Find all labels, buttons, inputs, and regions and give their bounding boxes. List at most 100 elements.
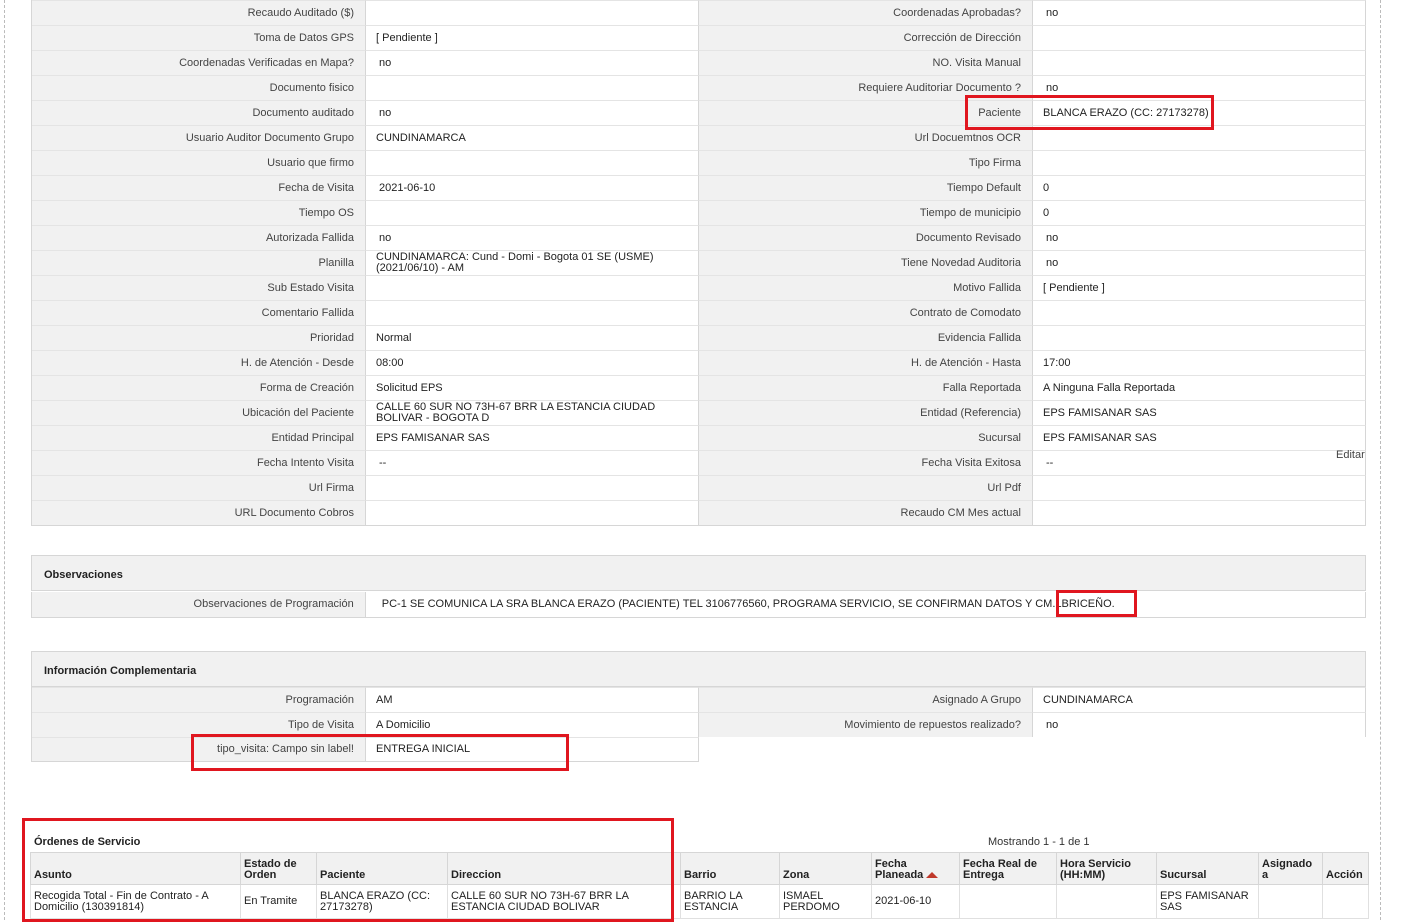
field-label: Tiempo Default	[699, 175, 1033, 200]
table-cell	[1322, 884, 1369, 919]
edit-link[interactable]: Editar	[1336, 449, 1365, 461]
column-header[interactable]: Sucursal	[1156, 852, 1259, 885]
field-value: A Ninguna Falla Reportada	[1033, 375, 1366, 400]
complementaria-row: Programación AM Asignado A Grupo CUNDINAMAR…	[31, 687, 1366, 712]
detail-row: Prioridad Normal Evidencia Fallida	[32, 325, 1366, 350]
table-cell: ISMAEL PERDOMO	[779, 884, 872, 919]
column-header-label: Estado de Orden	[244, 858, 297, 881]
field-value	[366, 500, 699, 525]
ordenes-pagination-count: Mostrando 1 - 1 de 1	[988, 836, 1090, 848]
field-value	[1033, 25, 1366, 50]
column-header[interactable]: Paciente	[316, 852, 448, 885]
field-value: [ Pendiente ]	[1033, 275, 1366, 300]
column-header[interactable]: Asignado a	[1258, 852, 1323, 885]
ordenes-table: Asunto Estado de Orden Paciente Direccion Ba…	[30, 852, 1369, 919]
table-cell: Recogida Total - Fin de Contrato - A Dom…	[30, 884, 241, 919]
complementaria-row: Tipo de Visita A Domicilio Movimiento de r…	[31, 712, 1366, 737]
field-label: Tiempo de municipio	[699, 200, 1033, 225]
field-label: Fecha Intento Visita	[32, 450, 366, 475]
detail-row: Tiempo OS Tiempo de municipio 0	[32, 200, 1366, 225]
column-header-label: Acción	[1326, 869, 1363, 881]
complementaria-row-tipo-visita: tipo_visita: Campo sin label! ENTREGA INI…	[31, 737, 699, 762]
field-label: Documento Revisado	[699, 225, 1033, 250]
field-value: --	[1033, 450, 1366, 475]
observaciones-row: Observaciones de Programación PC-1 SE CO…	[31, 592, 1366, 618]
field-label: Paciente	[699, 100, 1033, 125]
detail-row: Planilla CUNDINAMARCA: Cund - Domi - Bogo…	[32, 250, 1366, 275]
column-header[interactable]: Hora Servicio (HH:MM)	[1056, 852, 1157, 885]
field-value: EPS FAMISANAR SAS	[1033, 400, 1366, 425]
field-value: CUNDINAMARCA: Cund - Domi - Bogota 01 SE…	[366, 250, 699, 275]
column-header-label: Asunto	[34, 869, 72, 881]
detail-row: H. de Atención - Desde 08:00 H. de Atenció…	[32, 350, 1366, 375]
field-value: [ Pendiente ]	[366, 25, 699, 50]
field-label: Sub Estado Visita	[32, 275, 366, 300]
table-row[interactable]: Recogida Total - Fin de Contrato - A Dom…	[30, 884, 1369, 919]
field-value	[1033, 150, 1366, 175]
field-label: Motivo Fallida	[699, 275, 1033, 300]
detail-row: Recaudo Auditado ($) Coordenadas Aprobada…	[32, 0, 1366, 25]
field-value	[366, 475, 699, 500]
field-value	[366, 75, 699, 100]
field-value: no	[1033, 0, 1366, 25]
column-header[interactable]: Zona	[779, 852, 872, 885]
field-label: H. de Atención - Desde	[32, 350, 366, 375]
field-label: Url Docuemtnos OCR	[699, 125, 1033, 150]
field-label: Tipo de Visita	[32, 712, 366, 737]
column-header[interactable]: Estado de Orden	[240, 852, 317, 885]
field-value	[366, 200, 699, 225]
field-label: Requiere Auditoriar Documento ?	[699, 75, 1033, 100]
field-label: Url Firma	[32, 475, 366, 500]
field-label: Autorizada Fallida	[32, 225, 366, 250]
column-header-label: Asignado a	[1262, 858, 1313, 881]
column-header-label: Hora Servicio (HH:MM)	[1060, 858, 1131, 881]
field-label: Contrato de Comodato	[699, 300, 1033, 325]
detail-row: Usuario que firmo Tipo Firma	[32, 150, 1366, 175]
field-label: Tiempo OS	[32, 200, 366, 225]
field-value: 17:00	[1033, 350, 1366, 375]
detail-row: Entidad Principal EPS FAMISANAR SAS Sucurs…	[32, 425, 1366, 450]
field-value: no	[1033, 75, 1366, 100]
table-cell: 2021-06-10	[871, 884, 960, 919]
field-label: Ubicación del Paciente	[32, 400, 366, 425]
detail-row: Comentario Fallida Contrato de Comodato	[32, 300, 1366, 325]
field-value: ENTREGA INICIAL	[366, 737, 699, 761]
column-header-label: Fecha Real de Entrega	[963, 858, 1037, 881]
field-value: --	[366, 450, 699, 475]
column-header[interactable]: Asunto	[30, 852, 241, 885]
detail-row: URL Documento Cobros Recaudo CM Mes actua…	[32, 500, 1366, 525]
field-label: Recaudo CM Mes actual	[699, 500, 1033, 525]
field-label: Coordenadas Aprobadas?	[699, 0, 1033, 25]
field-label: Coordenadas Verificadas en Mapa?	[32, 50, 366, 75]
detail-row: Url Firma Url Pdf	[32, 475, 1366, 500]
sort-ascending-icon[interactable]	[926, 872, 939, 879]
column-header[interactable]: Fecha Planeada	[871, 852, 960, 885]
table-cell	[959, 884, 1057, 919]
field-label: Recaudo Auditado ($)	[32, 0, 366, 25]
detail-row: Fecha de Visita 2021-06-10 Tiempo Default 0	[32, 175, 1366, 200]
field-label: NO. Visita Manual	[699, 50, 1033, 75]
field-value: Normal	[366, 325, 699, 350]
field-value: no	[1033, 225, 1366, 250]
detail-row: Ubicación del Paciente CALLE 60 SUR NO 73…	[32, 400, 1366, 425]
field-label: Entidad (Referencia)	[699, 400, 1033, 425]
field-label: H. de Atención - Hasta	[699, 350, 1033, 375]
field-value: EPS FAMISANAR SAS	[1033, 425, 1366, 450]
column-header[interactable]: Barrio	[680, 852, 780, 885]
column-header[interactable]: Direccion	[447, 852, 681, 885]
detail-row: Fecha Intento Visita -- Fecha Visita Exito…	[32, 450, 1366, 475]
field-label: Documento auditado	[32, 100, 366, 125]
field-value	[366, 150, 699, 175]
table-cell: BARRIO LA ESTANCIA	[680, 884, 780, 919]
field-value	[1033, 500, 1366, 525]
column-header[interactable]: Fecha Real de Entrega	[959, 852, 1057, 885]
detail-row: Sub Estado Visita Motivo Fallida[ Pendien…	[32, 275, 1366, 300]
field-label: Prioridad	[32, 325, 366, 350]
field-label: Fecha Visita Exitosa	[699, 450, 1033, 475]
column-header[interactable]: Acción	[1322, 852, 1369, 885]
field-value	[1033, 475, 1366, 500]
table-cell: CALLE 60 SUR NO 73H-67 BRR LA ESTANCIA C…	[447, 884, 681, 919]
field-label: Falla Reportada	[699, 375, 1033, 400]
field-value	[1033, 50, 1366, 75]
field-value: 08:00	[366, 350, 699, 375]
